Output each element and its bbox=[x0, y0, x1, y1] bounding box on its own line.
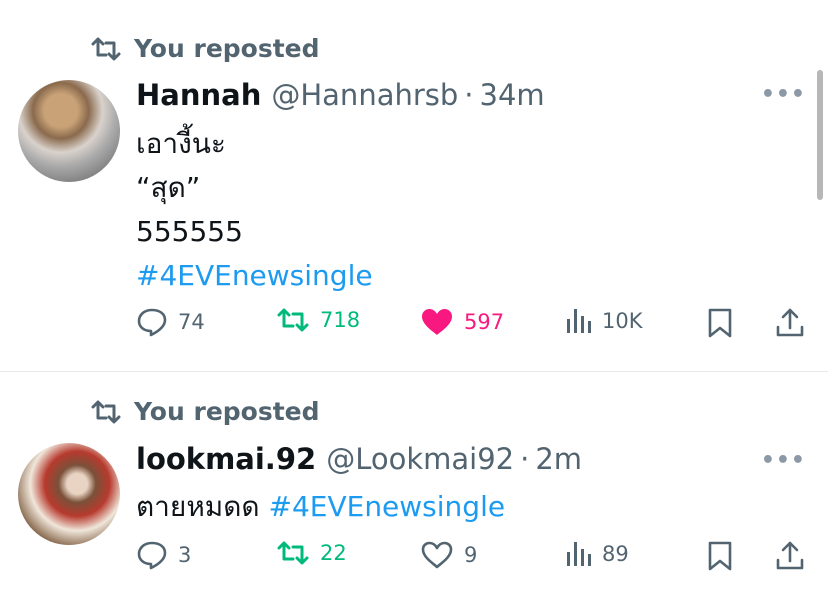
repost-context: You reposted bbox=[90, 397, 320, 426]
views-button[interactable]: 89 bbox=[566, 540, 629, 568]
views-count: 10K bbox=[602, 309, 643, 333]
views-count: 89 bbox=[602, 542, 629, 566]
tweet-text-line: 555555 bbox=[136, 215, 243, 248]
repost-count: 22 bbox=[320, 541, 347, 565]
bookmark-button[interactable] bbox=[706, 307, 734, 339]
user-handle[interactable]: @Lookmai92 bbox=[326, 442, 514, 476]
views-icon bbox=[566, 307, 592, 335]
user-handle[interactable]: @Hannahrsb bbox=[271, 78, 458, 112]
more-options-icon[interactable]: ••• bbox=[761, 82, 806, 107]
avatar[interactable] bbox=[18, 443, 120, 545]
share-icon bbox=[774, 307, 806, 339]
tweet[interactable]: You reposted Hannah @Hannahrsb · 34m •••… bbox=[0, 0, 828, 372]
like-count: 597 bbox=[464, 310, 505, 334]
tweet-header: lookmai.92 @Lookmai92 · 2m bbox=[136, 442, 582, 476]
reply-count: 74 bbox=[178, 310, 205, 334]
tweet[interactable]: You reposted lookmai.92 @Lookmai92 · 2m … bbox=[0, 372, 828, 602]
scrollbar[interactable] bbox=[817, 70, 823, 200]
tweet-header: Hannah @Hannahrsb · 34m bbox=[136, 78, 545, 112]
reply-button[interactable]: 3 bbox=[136, 540, 191, 570]
separator-dot: · bbox=[464, 78, 474, 112]
like-count: 9 bbox=[464, 543, 478, 567]
hashtag-link[interactable]: #4EVEnewsingle bbox=[269, 490, 506, 523]
repost-button[interactable]: 718 bbox=[276, 307, 360, 333]
tweet-text: ตายหมดด #4EVEnewsingle bbox=[136, 485, 505, 529]
action-bar: 3 22 9 89 bbox=[136, 540, 808, 580]
display-name[interactable]: lookmai.92 bbox=[136, 442, 316, 476]
reply-count: 3 bbox=[178, 543, 192, 567]
tweet-text-line: “สุด” bbox=[136, 171, 201, 204]
reply-icon bbox=[136, 540, 168, 570]
tweet-text-line: ตายหมดด bbox=[136, 490, 260, 523]
like-button[interactable]: 597 bbox=[420, 307, 504, 337]
more-options-icon[interactable]: ••• bbox=[761, 448, 806, 473]
repost-label: You reposted bbox=[134, 34, 320, 63]
repost-count: 718 bbox=[320, 308, 361, 332]
repost-icon bbox=[90, 400, 122, 424]
timestamp[interactable]: 2m bbox=[535, 442, 582, 476]
heart-icon bbox=[420, 540, 454, 570]
separator-dot: · bbox=[520, 442, 530, 476]
tweet-text-line: เอางี้นะ bbox=[136, 127, 226, 160]
reply-button[interactable]: 74 bbox=[136, 307, 205, 337]
share-button[interactable] bbox=[774, 307, 806, 339]
repost-label: You reposted bbox=[134, 397, 320, 426]
share-icon bbox=[774, 540, 806, 572]
repost-icon bbox=[90, 37, 122, 61]
repost-button[interactable]: 22 bbox=[276, 540, 347, 566]
bookmark-icon bbox=[706, 540, 734, 572]
share-button[interactable] bbox=[774, 540, 806, 572]
reply-icon bbox=[136, 307, 168, 337]
views-icon bbox=[566, 540, 592, 568]
hashtag-link[interactable]: #4EVEnewsingle bbox=[136, 254, 373, 298]
bookmark-button[interactable] bbox=[706, 540, 734, 572]
display-name[interactable]: Hannah bbox=[136, 78, 261, 112]
bookmark-icon bbox=[706, 307, 734, 339]
avatar[interactable] bbox=[18, 80, 120, 182]
repost-context: You reposted bbox=[90, 34, 320, 63]
repost-icon bbox=[276, 307, 310, 333]
repost-icon bbox=[276, 540, 310, 566]
timestamp[interactable]: 34m bbox=[480, 78, 545, 112]
views-button[interactable]: 10K bbox=[566, 307, 643, 335]
like-button[interactable]: 9 bbox=[420, 540, 477, 570]
action-bar: 74 718 597 10K bbox=[136, 307, 808, 347]
heart-icon bbox=[420, 307, 454, 337]
tweet-text: เอางี้นะ “สุด” 555555 #4EVEnewsingle bbox=[136, 122, 373, 298]
